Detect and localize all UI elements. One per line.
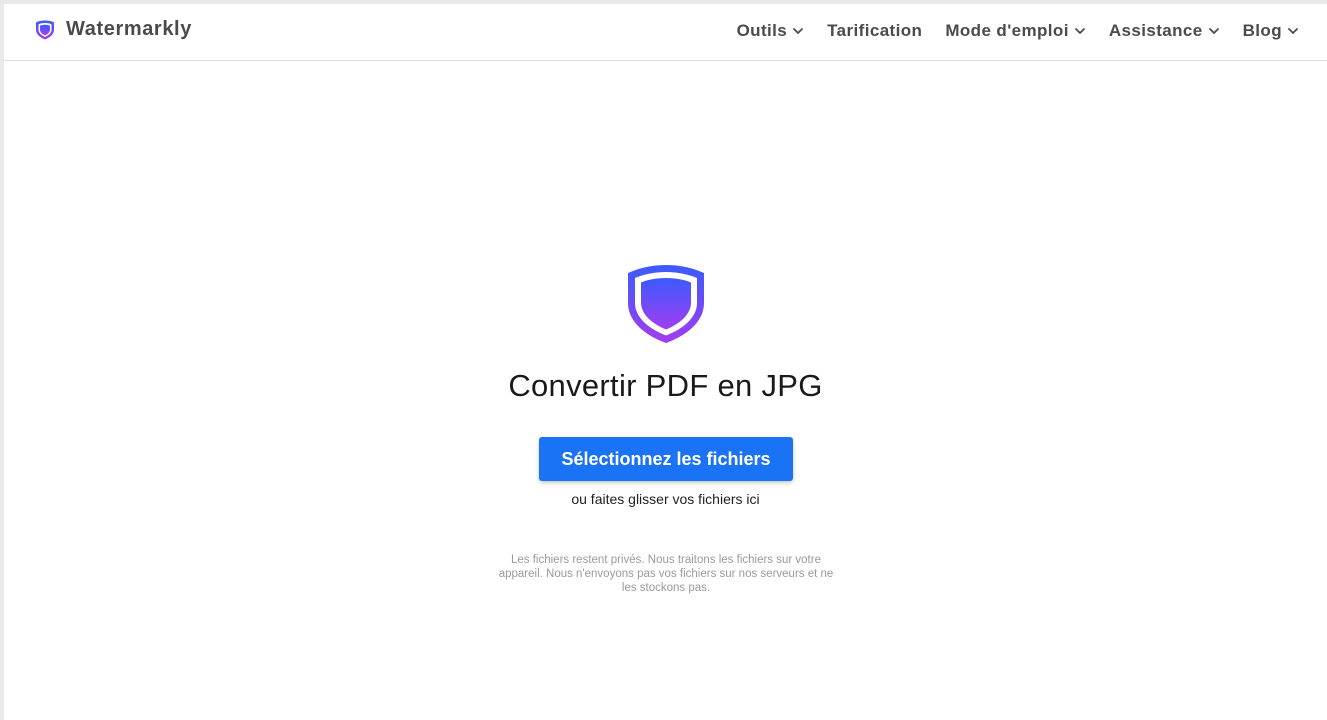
select-files-button[interactable]: Sélectionnez les fichiers (539, 437, 793, 481)
shield-logo-icon (626, 264, 706, 344)
upload-area[interactable]: Convertir PDF en JPG Sélectionnez les fi… (4, 4, 1327, 720)
page-title: Convertir PDF en JPG (508, 368, 823, 403)
privacy-note: Les fichiers restent privés. Nous traito… (498, 554, 834, 594)
drop-hint-text: ou faites glisser vos fichiers ici (571, 491, 760, 507)
browser-page: Watermarkly Outils Tarification Mode d'e… (4, 4, 1327, 720)
